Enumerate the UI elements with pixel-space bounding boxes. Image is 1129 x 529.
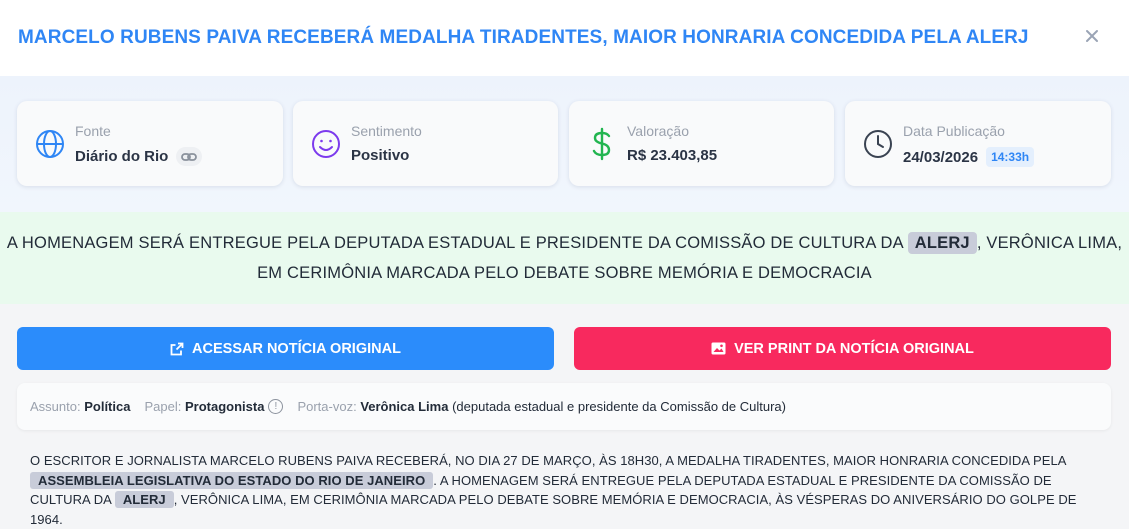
meta-bar: Assunto: Política Papel: Protagonista ! … bbox=[17, 383, 1111, 430]
source-link-button[interactable] bbox=[176, 147, 203, 166]
close-button[interactable] bbox=[1081, 25, 1103, 47]
view-print-label: VER PRINT DA NOTÍCIA ORIGINAL bbox=[734, 340, 974, 357]
source-value: Diário do Rio bbox=[75, 148, 169, 165]
source-card: Fonte Diário do Rio bbox=[17, 101, 283, 186]
publication-label: Data Publicação bbox=[903, 123, 1005, 139]
view-print-button[interactable]: VER PRINT DA NOTÍCIA ORIGINAL bbox=[574, 327, 1111, 370]
summary-text: A HOMENAGEM SERÁ ENTREGUE PELA DEPUTADA … bbox=[7, 228, 1122, 288]
summary-part2: , VERÔNICA LIMA, bbox=[976, 234, 1123, 252]
sentiment-value: Positivo bbox=[351, 147, 410, 164]
external-link-icon bbox=[170, 342, 184, 355]
stats-section: Fonte Diário do Rio Sentimento Positivo bbox=[0, 76, 1129, 212]
clock-icon bbox=[861, 127, 895, 161]
article-body: O ESCRITOR E JORNALISTA MARCELO RUBENS P… bbox=[30, 451, 1100, 529]
valuation-card: Valoração R$ 23.403,85 bbox=[569, 101, 834, 186]
smile-icon bbox=[309, 127, 343, 161]
info-icon[interactable]: ! bbox=[268, 399, 284, 414]
summary-line2: EM CERIMÔNIA MARCADA PELO DEBATE SOBRE M… bbox=[257, 264, 872, 282]
link-icon bbox=[181, 152, 198, 161]
spokesperson-name: Verônica Lima bbox=[360, 399, 449, 414]
close-icon bbox=[1086, 30, 1098, 42]
subject-value: Política bbox=[84, 399, 131, 414]
source-label: Fonte bbox=[75, 123, 111, 139]
summary-part1: A HOMENAGEM SERÁ ENTREGUE PELA DEPUTADA … bbox=[6, 234, 903, 252]
publication-date: 24/03/2026 bbox=[903, 148, 979, 166]
article-text-3: , VERÔNICA LIMA, EM CERIMÔNIA MARCADA PE… bbox=[30, 492, 1077, 527]
publication-value-row: 24/03/2026 14:33h bbox=[903, 147, 1035, 167]
article-text-1: O ESCRITOR E JORNALISTA MARCELO RUBENS P… bbox=[30, 453, 1066, 468]
spokesperson-key: Porta-voz: bbox=[297, 399, 357, 414]
role-value: Protagonista bbox=[184, 399, 265, 414]
subject-key: Assunto: bbox=[30, 399, 81, 414]
image-icon bbox=[711, 342, 726, 355]
sentiment-label: Sentimento bbox=[351, 123, 422, 139]
globe-icon bbox=[33, 127, 67, 161]
role-key: Papel: bbox=[144, 399, 182, 414]
modal-header: MARCELO RUBENS PAIVA RECEBERÁ MEDALHA TI… bbox=[0, 0, 1129, 76]
summary-highlight: ALERJ bbox=[907, 232, 977, 254]
valuation-value: R$ 23.403,85 bbox=[627, 147, 718, 164]
valuation-label: Valoração bbox=[627, 123, 690, 139]
dollar-icon bbox=[585, 127, 619, 161]
spokesperson-desc: (deputada estadual e presidente da Comis… bbox=[452, 399, 786, 414]
publication-time-badge: 14:33h bbox=[986, 147, 1035, 167]
open-original-button[interactable]: ACESSAR NOTÍCIA ORIGINAL bbox=[17, 327, 554, 370]
sentiment-card: Sentimento Positivo bbox=[293, 101, 558, 186]
open-original-label: ACESSAR NOTÍCIA ORIGINAL bbox=[192, 340, 401, 357]
source-value-row: Diário do Rio bbox=[75, 147, 203, 166]
news-title: MARCELO RUBENS PAIVA RECEBERÁ MEDALHA TI… bbox=[18, 27, 1029, 48]
summary-banner: A HOMENAGEM SERÁ ENTREGUE PELA DEPUTADA … bbox=[0, 212, 1129, 304]
publication-card: Data Publicação 24/03/2026 14:33h bbox=[845, 101, 1111, 186]
article-highlight-1: ASSEMBLEIA LEGISLATIVA DO ESTADO DO RIO … bbox=[30, 471, 434, 489]
article-highlight-2: ALERJ bbox=[114, 491, 174, 508]
